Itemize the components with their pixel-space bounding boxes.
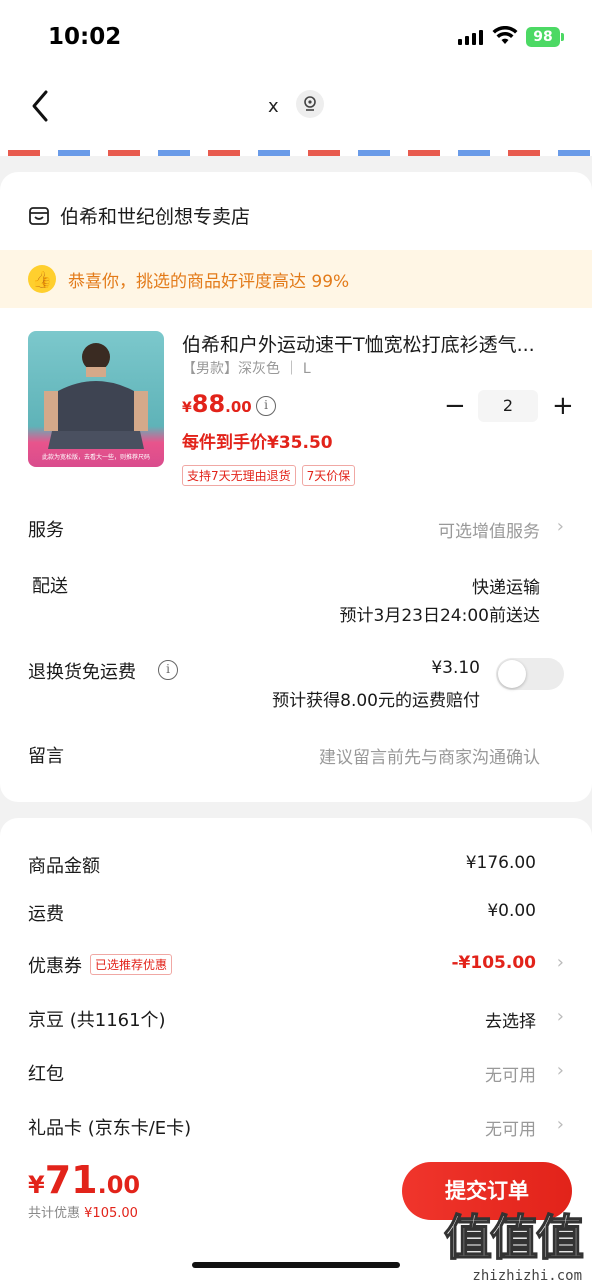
shipping-fee-label: 运费 (28, 904, 64, 925)
total-decimal: .00 (97, 1171, 141, 1199)
return-shipping-info-icon[interactable]: i (158, 660, 178, 680)
toggle-knob (498, 660, 526, 688)
price-integer: 88 (191, 390, 226, 418)
total-discount: 共计优惠 ¥105.00 (28, 1202, 138, 1221)
gift-card-label: 礼品卡 (京东卡/E卡) (28, 1118, 192, 1139)
coupon-chevron-icon[interactable]: › (557, 952, 564, 973)
praise-banner: 👍 恭喜你，挑选的商品好评度高达 99% (0, 250, 592, 308)
message-input[interactable]: 建议留言前先与商家沟通确认 (319, 743, 540, 768)
shop-icon (29, 206, 49, 225)
goods-amount-label: 商品金额 (28, 856, 100, 877)
thumbs-up-icon: 👍 (28, 265, 56, 293)
service-value[interactable]: 可选增值服务 (438, 517, 540, 542)
price-info-icon[interactable]: i (256, 396, 276, 416)
coupon-label: 优惠券 (28, 956, 82, 977)
product-photo-figure (44, 343, 148, 449)
decrement-button[interactable]: − (444, 393, 466, 419)
delivery-eta: 预计3月23日24:00前送达 (339, 606, 540, 626)
total-integer: 71 (44, 1158, 98, 1202)
service-label: 服务 (28, 520, 64, 541)
jingdou-chevron-icon[interactable]: › (557, 1006, 564, 1027)
praise-text: 恭喜你，挑选的商品好评度高达 99% (68, 271, 350, 292)
delivery-method[interactable]: 快递运输 (472, 573, 540, 598)
return-shipping-price: ¥3.10 (431, 658, 480, 678)
red-packet-label: 红包 (28, 1064, 64, 1085)
total-currency: ¥ (28, 1171, 45, 1199)
price-decimal: .00 (225, 398, 252, 416)
location-icon[interactable] (296, 90, 324, 118)
airmail-divider (0, 150, 592, 156)
cellular-signal-icon (458, 30, 483, 45)
total-price: ¥71.00 (28, 1158, 140, 1202)
watermark-logo: 值值值 (443, 1209, 585, 1267)
coupon-value[interactable]: -¥105.00 (452, 953, 537, 973)
tag-return-policy: 支持7天无理由退货 (182, 465, 296, 486)
jingdou-label: 京豆 (共1161个) (28, 1010, 166, 1031)
back-arrow-icon[interactable] (22, 86, 62, 126)
red-packet-value[interactable]: 无可用 (485, 1061, 536, 1086)
red-packet-chevron-icon[interactable]: › (557, 1060, 564, 1081)
product-image[interactable]: 此款为宽松版，去看大一些，则推荐尺码 (28, 331, 164, 467)
product-price: ¥88.00 (182, 390, 252, 418)
quantity-stepper: − 2 + (444, 390, 574, 422)
close-mark[interactable]: x (268, 96, 279, 117)
increment-button[interactable]: + (552, 393, 574, 419)
delivery-label: 配送 (32, 576, 68, 597)
tag-price-protect: 7天价保 (301, 465, 356, 486)
discount-value: ¥105.00 (84, 1206, 138, 1221)
quantity-value[interactable]: 2 (478, 390, 538, 422)
coupon-badge: 已选推荐优惠 (90, 954, 173, 975)
jingdou-value[interactable]: 去选择 (485, 1007, 536, 1032)
service-chevron-icon[interactable]: › (557, 516, 564, 537)
shop-row[interactable]: 伯希和世纪创想专卖店 (28, 202, 250, 229)
price-currency: ¥ (182, 400, 192, 416)
product-image-caption: 此款为宽松版，去看大一些，则推荐尺码 (41, 454, 150, 461)
battery-tip (561, 33, 564, 41)
status-bar: 10:02 98 (0, 0, 592, 72)
gift-card-value[interactable]: 无可用 (485, 1115, 536, 1140)
status-time: 10:02 (48, 24, 122, 50)
product-tags: 支持7天无理由退货 7天价保 (182, 465, 356, 486)
order-card: 伯希和世纪创想专卖店 👍 恭喜你，挑选的商品好评度高达 99% 此款为宽松版，去… (0, 172, 592, 802)
wifi-icon (492, 26, 518, 44)
return-shipping-toggle[interactable] (496, 658, 564, 690)
home-indicator[interactable] (192, 1262, 400, 1268)
gift-card-chevron-icon[interactable]: › (557, 1114, 564, 1135)
shop-name: 伯希和世纪创想专卖店 (60, 206, 251, 228)
coupon-row[interactable]: 优惠券 已选推荐优惠 (28, 952, 173, 978)
battery-icon: 98 (526, 27, 560, 47)
shipping-fee-value: ¥0.00 (487, 901, 536, 921)
nav-bar: x (0, 72, 592, 150)
product-title[interactable]: 伯希和户外运动速干T恤宽松打底衫透气... (182, 330, 566, 357)
watermark-url: zhizhizhi.com (472, 1268, 582, 1280)
message-label: 留言 (28, 746, 64, 767)
product-spec[interactable]: 【男款】深灰色 ｜ L (182, 358, 311, 378)
unit-price-text: 每件到手价¥35.50 (182, 433, 333, 453)
return-shipping-label: 退换货免运费 (28, 662, 136, 683)
watermark: 值值值 zhizhizhi.com (443, 1198, 585, 1280)
goods-amount-value: ¥176.00 (465, 853, 536, 873)
return-shipping-note: 预计获得8.00元的运费赔付 (272, 691, 480, 711)
discount-label: 共计优惠 (28, 1206, 81, 1221)
